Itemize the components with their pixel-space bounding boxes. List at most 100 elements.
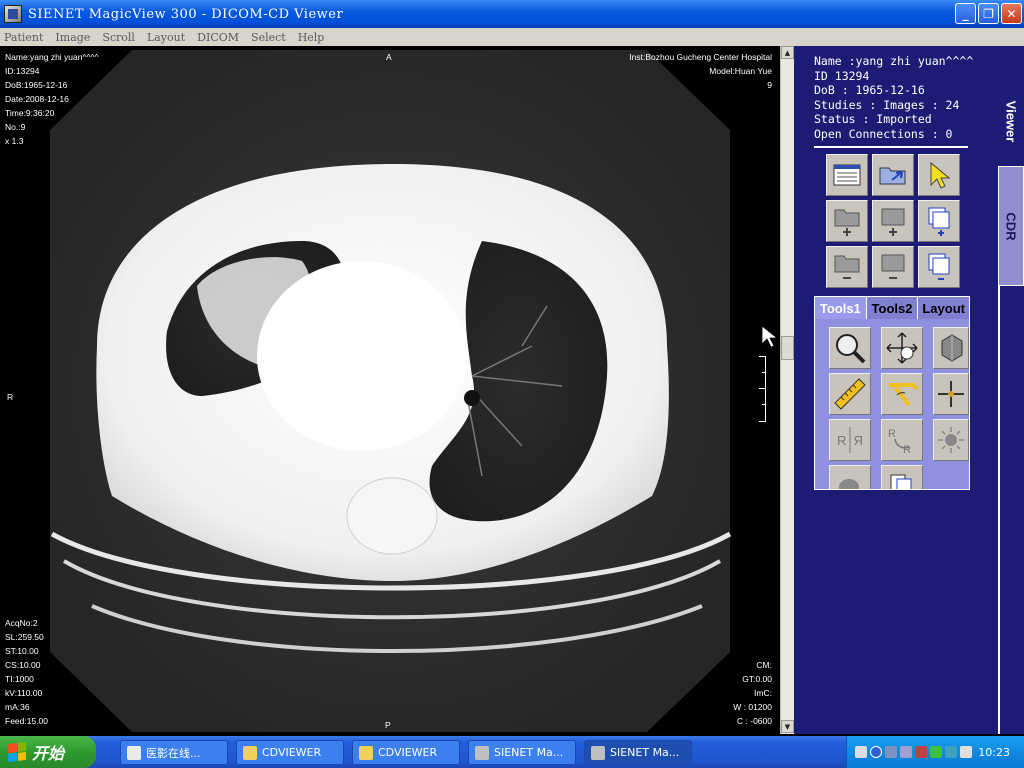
patient-studies: Studies : Images : 24 xyxy=(814,97,960,112)
crosshair-tool-button[interactable] xyxy=(933,373,969,415)
task-item-3[interactable]: CDVIEWER xyxy=(352,740,460,765)
remove-image-button[interactable] xyxy=(918,246,960,288)
menu-dicom[interactable]: DICOM xyxy=(197,31,239,44)
mouse-cursor-icon xyxy=(761,325,779,348)
svg-text:R: R xyxy=(888,428,896,440)
add-folder-button[interactable] xyxy=(826,200,868,242)
zoom-tool-button[interactable] xyxy=(829,327,871,369)
remove-series-button[interactable] xyxy=(872,246,914,288)
heart xyxy=(257,261,467,451)
security-icon[interactable] xyxy=(915,746,927,758)
menu-image[interactable]: Image xyxy=(55,31,90,44)
patient-status: Status : Imported xyxy=(814,112,932,126)
crosshair-icon xyxy=(938,381,964,407)
umbrella-icon[interactable] xyxy=(945,746,957,758)
keyboard-icon[interactable] xyxy=(855,746,867,758)
tab-cdr[interactable]: CDR xyxy=(998,166,1024,286)
tools-panel: Tools1 Tools2 Layout RR R R xyxy=(814,296,970,490)
image-viewport[interactable]: Name:yang zhi yuan^^^^ ID:13294 DoB:1965… xyxy=(2,46,780,734)
ct-scan-image[interactable] xyxy=(2,46,780,734)
add-image-button[interactable] xyxy=(918,200,960,242)
menu-layout[interactable]: Layout xyxy=(147,31,185,44)
tab-layout[interactable]: Layout xyxy=(918,297,970,319)
rotate-tool-button[interactable]: RR xyxy=(881,419,923,461)
overlay-institution: Inst:Bozhou Gucheng Center Hospital xyxy=(629,52,772,62)
scroll-up-arrow-icon[interactable]: ▲ xyxy=(781,46,794,59)
pan-hand-icon xyxy=(886,332,918,364)
patient-list-button[interactable] xyxy=(826,154,868,196)
task-item-1[interactable]: 医影在线... xyxy=(120,740,228,765)
menu-select[interactable]: Select xyxy=(251,31,286,44)
measure-tool-button[interactable] xyxy=(829,373,871,415)
network-icon[interactable] xyxy=(885,746,897,758)
tray-expand-icon[interactable] xyxy=(870,746,882,758)
svg-text:R: R xyxy=(903,444,911,456)
add-series-button[interactable] xyxy=(872,200,914,242)
system-tray: 10:23 xyxy=(846,736,1024,768)
start-button[interactable]: 开始 xyxy=(0,736,96,768)
orientation-anterior: A xyxy=(386,52,392,62)
orientation-posterior: P xyxy=(385,720,391,730)
overlay-model: Model:Huan Yue xyxy=(709,66,772,76)
pan-tool-button[interactable] xyxy=(881,327,923,369)
patient-button-grid xyxy=(826,154,964,288)
folder-icon xyxy=(359,745,373,760)
menu-help[interactable]: Help xyxy=(298,31,325,44)
flip-horizontal-icon: RR xyxy=(837,427,863,453)
menu-patient[interactable]: Patient xyxy=(4,31,43,44)
task-label: 医影在线... xyxy=(146,746,201,760)
overlay-cm: CM: xyxy=(756,660,772,670)
remove-folder-button[interactable] xyxy=(826,246,868,288)
open-folder-button[interactable] xyxy=(872,154,914,196)
scale-ruler xyxy=(758,356,766,422)
patient-id: ID 13294 xyxy=(814,68,870,83)
close-button[interactable]: ✕ xyxy=(1001,3,1022,24)
task-item-2[interactable]: CDVIEWER xyxy=(236,740,344,765)
select-pointer-button[interactable] xyxy=(918,154,960,196)
scroll-down-arrow-icon[interactable]: ▼ xyxy=(781,720,794,733)
region-tool-button[interactable] xyxy=(829,465,871,489)
overlay-window-center: C : -0600 xyxy=(737,716,772,726)
ime-icon[interactable] xyxy=(960,746,972,758)
network-icon[interactable] xyxy=(900,746,912,758)
overlay-series: 9 xyxy=(767,80,772,90)
folder-add-icon xyxy=(834,209,860,236)
overlay-kv: kV:110.00 xyxy=(5,688,43,698)
minimize-button[interactable]: _ xyxy=(955,3,976,24)
task-label: CDVIEWER xyxy=(378,746,438,759)
flip-horizontal-button[interactable]: RR xyxy=(829,419,871,461)
overlay-top-right: Inst:Bozhou Gucheng Center Hospital Mode… xyxy=(629,50,772,92)
tab-viewer[interactable]: Viewer xyxy=(998,66,1024,176)
overlay-name: Name:yang zhi yuan^^^^ xyxy=(5,52,99,62)
vertical-scrollbar[interactable]: ▲ ▼ xyxy=(780,46,794,734)
copy-icon xyxy=(890,474,912,489)
tab-tools1[interactable]: Tools1 xyxy=(815,297,867,319)
copy-tool-button[interactable] xyxy=(881,465,923,489)
overlay-top-left: Name:yang zhi yuan^^^^ ID:13294 DoB:1965… xyxy=(5,50,98,148)
image-add-icon xyxy=(928,207,950,236)
app-icon[interactable] xyxy=(4,5,22,23)
orientation-right: R xyxy=(7,392,14,402)
task-item-5[interactable]: SIENET Ma... xyxy=(584,740,692,765)
angle-tool-button[interactable] xyxy=(881,373,923,415)
app-tray-icon[interactable] xyxy=(930,746,942,758)
tab-tools2[interactable]: Tools2 xyxy=(866,297,919,319)
overlay-cs: CS:10.00 xyxy=(5,660,41,670)
overlay-window-width: W : 01200 xyxy=(733,702,772,712)
maximize-button[interactable]: ❐ xyxy=(978,3,999,24)
clock: 10:23 xyxy=(978,745,1010,759)
overlay-number: No.:9 xyxy=(5,122,26,132)
menu-scroll[interactable]: Scroll xyxy=(102,31,135,44)
window-level-button[interactable] xyxy=(933,419,969,461)
folder-remove-icon xyxy=(834,255,860,279)
control-panel: Name :yang zhi yuan^^^^ ID 13294 DoB : 1… xyxy=(794,46,1024,734)
divider xyxy=(814,146,968,148)
overlay-feed: Feed:15.00 xyxy=(5,716,49,726)
3d-tool-button[interactable] xyxy=(933,327,969,369)
scroll-thumb[interactable] xyxy=(781,336,794,360)
overlay-date: Date:2008-12-16 xyxy=(5,94,69,104)
spine xyxy=(346,477,438,555)
list-icon xyxy=(833,164,861,186)
overlay-dob: DoB:1965-12-16 xyxy=(5,80,68,90)
task-item-4[interactable]: SIENET Ma... xyxy=(468,740,576,765)
